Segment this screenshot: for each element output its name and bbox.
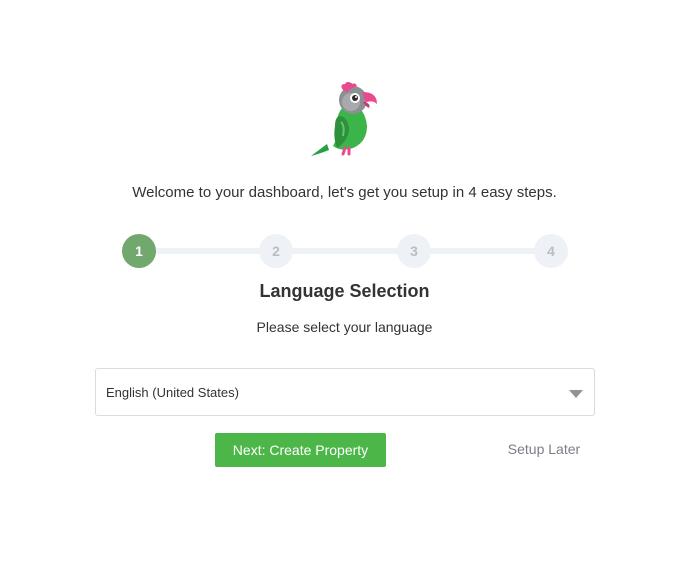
next-create-property-button[interactable]: Next: Create Property [215,433,386,467]
chevron-down-icon [569,390,583,398]
section-subtitle: Please select your language [256,319,433,335]
parrot-logo-icon [305,80,385,160]
progress-stepper: 1 2 3 4 [122,234,568,268]
step-4: 4 [534,234,568,268]
stepper-track [139,248,551,254]
step-1: 1 [122,234,156,268]
setup-later-link[interactable]: Setup Later [500,441,588,457]
section-title: Language Selection [259,281,430,301]
language-select-value: English (United States) [106,385,239,400]
language-select[interactable]: English (United States) [95,368,595,416]
welcome-text: Welcome to your dashboard, let's get you… [132,184,557,201]
step-3: 3 [397,234,431,268]
step-2: 2 [259,234,293,268]
